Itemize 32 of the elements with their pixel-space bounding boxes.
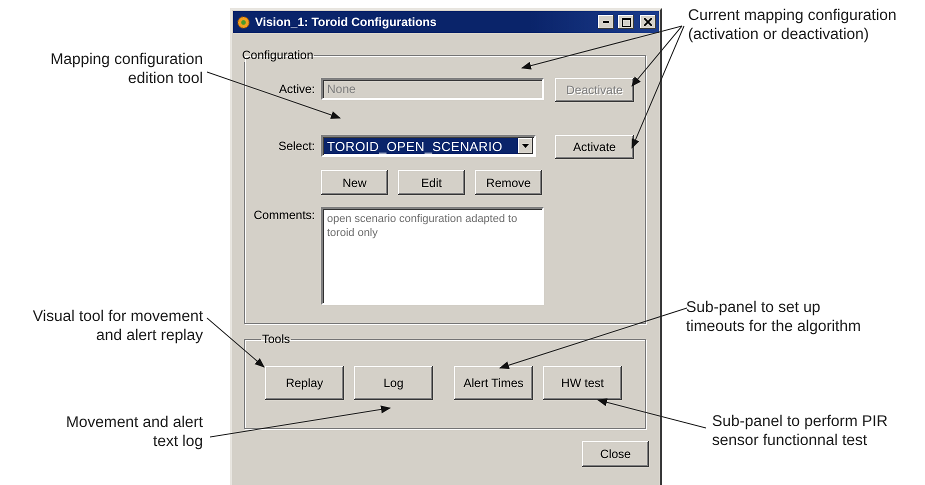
maximize-icon <box>622 18 630 26</box>
close-icon <box>644 18 652 26</box>
tool-button[interactable]: Alert Times <box>454 366 533 400</box>
activate-button[interactable]: Activate <box>555 135 634 159</box>
tool-button[interactable]: Log <box>354 366 433 400</box>
field-label: Active: <box>278 81 315 96</box>
edit-action-button[interactable]: Edit <box>398 170 465 195</box>
edit-action-button[interactable]: New <box>321 170 388 195</box>
callout-text: Mapping configuration edition tool <box>50 50 203 88</box>
tool-button[interactable]: HW test <box>543 366 622 400</box>
minimize-icon <box>603 21 609 23</box>
window-title: Vision_1: Toroid Configurations <box>255 15 438 29</box>
dropdown-field[interactable]: TOROID_OPEN_SCENARIO <box>321 135 536 157</box>
dropdown-button[interactable] <box>518 138 533 154</box>
callout-text: Movement and alert text log <box>66 413 203 451</box>
group-title: Tools <box>261 332 292 346</box>
caret-icon <box>522 144 529 148</box>
minimize-button[interactable] <box>598 15 614 29</box>
comments-field[interactable]: open scenario configuration adapted to toroid only <box>321 207 544 305</box>
callout-text: Sub-panel to perform PIR sensor functionnal test <box>712 412 888 450</box>
field-label: Comments: <box>252 207 315 222</box>
callout-text: Current mapping configuration (activation or deactivation) <box>688 6 897 44</box>
maximize-button[interactable] <box>618 15 634 29</box>
edit-action-button[interactable]: Remove <box>475 170 542 195</box>
close-button[interactable] <box>640 15 656 29</box>
gear-icon <box>236 14 251 30</box>
callout-text: Visual tool for movement and alert replay <box>32 307 203 345</box>
callout-text: Sub-panel to set up timeouts for the algorithm <box>686 298 861 336</box>
group-title: Configuration <box>241 48 314 62</box>
tool-button[interactable]: Replay <box>265 366 344 400</box>
close-dialog-button[interactable]: Close <box>582 441 649 467</box>
field-label: Select: <box>277 138 315 153</box>
